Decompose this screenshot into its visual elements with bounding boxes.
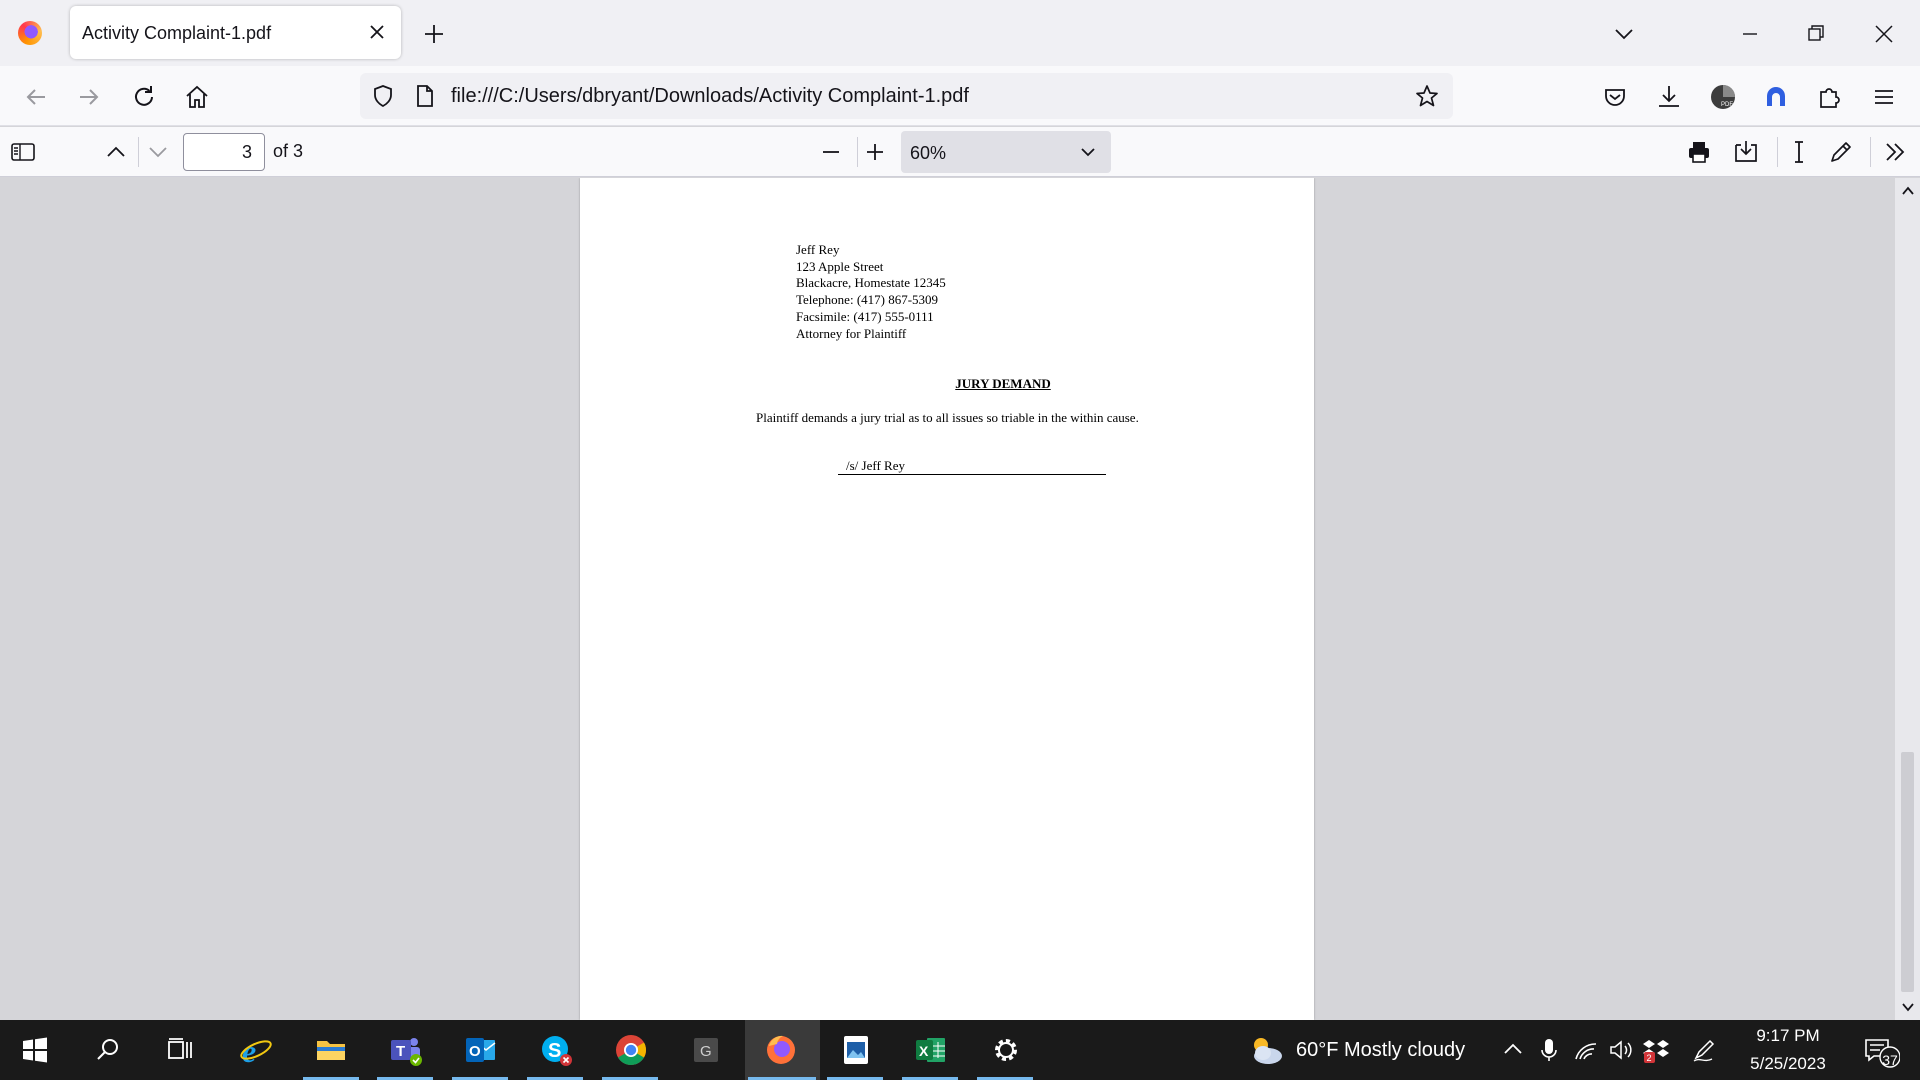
page-count-label: of 3 <box>273 141 304 161</box>
forward-icon[interactable] <box>74 82 104 112</box>
clock-time[interactable]: 9:17 PM <box>1740 1026 1836 1046</box>
extensions-puzzle-icon[interactable] <box>1815 82 1845 112</box>
pdf-page: Jeff Rey 123 Apple Street Blackacre, Hom… <box>580 178 1314 1020</box>
volume-icon[interactable] <box>1607 1032 1635 1068</box>
internet-explorer-icon[interactable]: e <box>238 1032 274 1068</box>
svg-text:O: O <box>469 1043 481 1060</box>
url-text[interactable]: file:///C:/Users/dbryant/Downloads/Activ… <box>451 85 969 108</box>
extension-blue-icon[interactable] <box>1761 82 1791 112</box>
address-bar[interactable]: file:///C:/Users/dbryant/Downloads/Activ… <box>360 73 1453 119</box>
back-icon[interactable] <box>21 82 51 112</box>
teams-icon[interactable]: T <box>388 1032 424 1068</box>
page-number-input[interactable]: 3 <box>183 133 265 171</box>
tab-strip: Activity Complaint-1.pdf <box>0 0 1920 66</box>
toolbar-separator <box>857 137 858 167</box>
attorney-address-block: Jeff Rey 123 Apple Street Blackacre, Hom… <box>796 242 946 342</box>
pen-ink-icon[interactable] <box>1690 1032 1718 1068</box>
text-tool-icon[interactable] <box>1784 137 1814 167</box>
pdf-extension-icon[interactable]: PDF <box>1708 82 1738 112</box>
clock-date[interactable]: 5/25/2023 <box>1740 1054 1836 1074</box>
scrollbar-thumb[interactable] <box>1901 752 1914 992</box>
scroll-up-icon[interactable] <box>1899 182 1917 200</box>
pdf-toolbar: 3 of 3 60% <box>0 127 1920 177</box>
svg-text:PDF: PDF <box>1721 102 1733 108</box>
excel-icon[interactable]: X <box>913 1032 949 1068</box>
address-line: Attorney for Plaintiff <box>796 325 907 341</box>
weather-cloudy-icon[interactable] <box>1244 1032 1286 1068</box>
page-icon <box>417 85 433 107</box>
close-tab-icon[interactable] <box>363 18 391 46</box>
reload-icon[interactable] <box>129 82 159 112</box>
vertical-scrollbar[interactable] <box>1895 178 1920 1020</box>
downloads-icon[interactable] <box>1654 82 1684 112</box>
address-line: 123 Apple Street <box>796 258 884 274</box>
svg-text:G: G <box>700 1043 712 1060</box>
pdf-viewer[interactable]: Jeff Rey 123 Apple Street Blackacre, Hom… <box>0 178 1920 1020</box>
signature-line: /s/ Jeff Rey <box>838 458 1106 475</box>
notification-count: 37 <box>1882 1052 1898 1068</box>
microphone-icon[interactable] <box>1537 1032 1561 1068</box>
close-window-icon[interactable] <box>1870 20 1898 48</box>
list-all-tabs-icon[interactable] <box>1610 20 1638 48</box>
chevron-down-icon <box>1081 148 1095 157</box>
address-line: Blackacre, Homestate 12345 <box>796 275 946 291</box>
draw-pen-icon[interactable] <box>1826 137 1856 167</box>
chrome-icon[interactable] <box>613 1032 649 1068</box>
toolbar-separator <box>138 137 139 167</box>
address-line: Facsimile: (417) 555-0111 <box>796 308 934 324</box>
g-app-icon[interactable]: G <box>688 1032 724 1068</box>
new-tab-icon[interactable] <box>420 20 448 48</box>
photos-icon[interactable] <box>838 1032 874 1068</box>
restore-window-icon[interactable] <box>1802 20 1830 48</box>
shield-icon[interactable] <box>370 83 396 109</box>
document-heading: JURY DEMAND <box>955 376 1051 391</box>
navigation-toolbar: file:///C:/Users/dbryant/Downloads/Activ… <box>0 66 1920 126</box>
svg-text:2: 2 <box>1647 1053 1652 1063</box>
wifi-icon[interactable] <box>1572 1032 1600 1068</box>
dropbox-icon[interactable]: 2 <box>1642 1032 1670 1068</box>
home-icon[interactable] <box>182 82 212 112</box>
zoom-value: 60% <box>910 143 947 163</box>
app-menu-icon[interactable] <box>1869 82 1899 112</box>
next-page-icon[interactable] <box>143 137 173 167</box>
print-icon[interactable] <box>1684 137 1714 167</box>
file-explorer-icon[interactable] <box>313 1032 349 1068</box>
tab-active[interactable]: Activity Complaint-1.pdf <box>70 6 401 59</box>
more-tools-icon[interactable] <box>1880 137 1910 167</box>
settings-gear-icon[interactable] <box>988 1032 1024 1068</box>
firefox-logo-icon <box>18 21 42 45</box>
toolbar-separator <box>1870 137 1871 167</box>
firefox-icon[interactable] <box>763 1032 799 1068</box>
scroll-down-icon[interactable] <box>1899 998 1917 1016</box>
chevron-up-icon[interactable] <box>1500 1032 1526 1068</box>
zoom-in-icon[interactable] <box>860 137 890 167</box>
zoom-select[interactable]: 60% <box>901 131 1111 173</box>
svg-text:X: X <box>919 1043 929 1059</box>
save-download-icon[interactable] <box>1731 137 1761 167</box>
svg-text:S: S <box>548 1040 561 1062</box>
toolbar-separator <box>1777 137 1778 167</box>
search-icon[interactable] <box>90 1032 126 1068</box>
bookmark-star-icon[interactable] <box>1414 83 1440 109</box>
minimize-window-icon[interactable] <box>1736 20 1764 48</box>
document-body-text: Plaintiff demands a jury trial as to all… <box>756 410 1139 425</box>
tab-title: Activity Complaint-1.pdf <box>82 23 272 43</box>
windows-start-icon[interactable] <box>17 1032 53 1068</box>
windows-taskbar: e T O S G X 60°F Mostly cloudy 2 9:17 PM… <box>0 1020 1920 1080</box>
zoom-out-icon[interactable] <box>816 137 846 167</box>
task-view-icon[interactable] <box>162 1032 198 1068</box>
address-line: Telephone: (417) 867-5309 <box>796 292 939 308</box>
sidebar-toggle-icon[interactable] <box>8 137 38 167</box>
outlook-icon[interactable]: O <box>463 1032 499 1068</box>
previous-page-icon[interactable] <box>101 137 131 167</box>
svg-text:T: T <box>396 1043 405 1060</box>
address-line: Jeff Rey <box>796 242 840 257</box>
skype-icon[interactable]: S <box>538 1032 574 1068</box>
pocket-icon[interactable] <box>1600 82 1630 112</box>
weather-text[interactable]: 60°F Mostly cloudy <box>1296 1039 1465 1062</box>
